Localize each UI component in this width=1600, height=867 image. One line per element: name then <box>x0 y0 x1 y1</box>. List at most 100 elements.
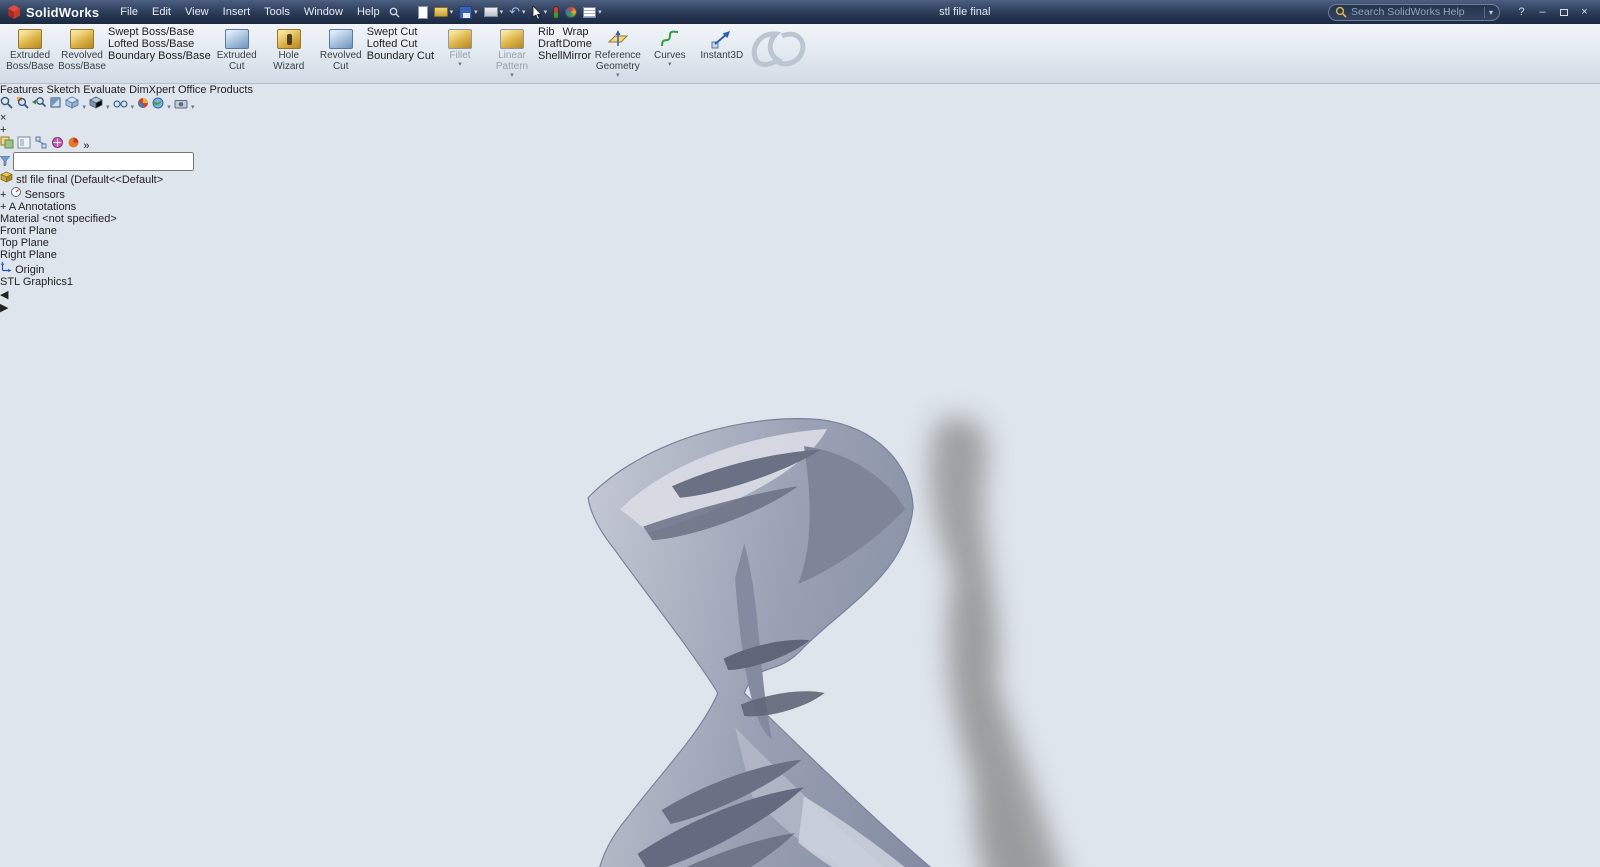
close-button[interactable]: × <box>1575 5 1594 20</box>
search-dropdown-icon[interactable]: ▾ <box>1489 8 1493 17</box>
tab-office-products[interactable]: Office Products <box>178 84 253 96</box>
linear-pattern-button[interactable]: Linear Pattern ▾ <box>486 26 538 82</box>
stl-model-rendering <box>587 417 1061 867</box>
menu-insert[interactable]: Insert <box>216 5 258 19</box>
options-button[interactable]: ▾ <box>583 6 602 18</box>
instant3d-button[interactable]: Instant3D <box>696 26 748 82</box>
dropdown-icon[interactable]: ▾ <box>668 61 672 68</box>
shell-button[interactable]: Shell <box>538 50 562 62</box>
edit-appearance-button[interactable] <box>137 98 152 112</box>
propertymanager-tab[interactable] <box>17 136 34 152</box>
tree-item-stl-graphics[interactable]: STL Graphics1 <box>0 276 1600 288</box>
tree-item-top-plane[interactable]: Top Plane <box>0 237 1600 249</box>
menu-edit[interactable]: Edit <box>145 5 178 19</box>
left-toolbar-add-icon[interactable]: + <box>0 124 6 136</box>
mirror-button[interactable]: Mirror <box>562 50 591 62</box>
pin-menu-icon[interactable] <box>389 7 400 18</box>
menu-view[interactable]: View <box>178 5 216 19</box>
search-input[interactable] <box>1351 6 1480 18</box>
menu-window[interactable]: Window <box>297 5 350 19</box>
tab-evaluate[interactable]: Evaluate <box>83 84 126 96</box>
dropdown-icon[interactable]: ▾ <box>131 104 135 111</box>
featuremanager-tab[interactable] <box>0 136 17 152</box>
boundary-cut-button[interactable]: Boundary Cut <box>367 50 434 62</box>
display-style-button[interactable]: ▾ <box>88 96 113 112</box>
lofted-boss-base-button[interactable]: Lofted Boss/Base <box>108 38 211 50</box>
rib-button[interactable]: Rib <box>538 26 562 38</box>
hide-show-items-button[interactable]: ▾ <box>113 100 138 112</box>
expand-icon[interactable]: + <box>0 201 6 213</box>
scroll-right-icon[interactable]: ▶ <box>0 302 8 314</box>
swept-cut-button[interactable]: Swept Cut <box>367 26 434 38</box>
tree-filter-input[interactable] <box>13 152 195 171</box>
dropdown-icon[interactable]: ▾ <box>191 104 195 111</box>
tree-item-front-plane[interactable]: Front Plane <box>0 225 1600 237</box>
dropdown-icon[interactable]: ▾ <box>82 104 86 111</box>
tab-dimxpert[interactable]: DimXpert <box>129 84 175 96</box>
dropdown-icon[interactable]: ▾ <box>522 8 526 16</box>
tree-item-sensors[interactable]: + Sensors <box>0 186 1600 201</box>
maximize-button[interactable] <box>1554 5 1573 20</box>
tree-item-annotations[interactable]: + A Annotations <box>0 201 1600 213</box>
graphics-viewport[interactable]: Z Y <box>0 314 1600 867</box>
tree-item-material[interactable]: Material <not specified> <box>0 213 1600 225</box>
menu-help[interactable]: Help <box>350 5 387 19</box>
curves-button[interactable]: Curves ▾ <box>644 26 696 82</box>
dropdown-icon[interactable]: ▾ <box>106 104 110 111</box>
fillet-button[interactable]: Fillet ▾ <box>434 26 486 82</box>
revolved-boss-base-button[interactable]: Revolved Boss/Base <box>56 26 108 82</box>
undo-button[interactable]: ↶ ▾ <box>509 5 526 18</box>
print-button[interactable]: ▾ <box>483 7 504 17</box>
revolved-cut-button[interactable]: Revolved Cut <box>315 26 367 82</box>
extruded-boss-base-button[interactable]: Extruded Boss/Base <box>4 26 56 82</box>
dropdown-icon[interactable]: ▾ <box>598 8 602 16</box>
previous-view-button[interactable] <box>32 97 49 112</box>
open-button[interactable]: ▾ <box>433 7 454 17</box>
help-button[interactable]: ? <box>1512 5 1531 20</box>
select-button[interactable]: ▾ <box>532 5 548 19</box>
tree-item-right-plane[interactable]: Right Plane <box>0 249 1600 261</box>
panel-flyout-icon[interactable]: » <box>83 140 89 152</box>
new-document-button[interactable] <box>417 5 428 19</box>
tab-features[interactable]: Features <box>0 84 43 96</box>
tree-item-origin[interactable]: Origin <box>0 261 1600 276</box>
configurationmanager-tab[interactable] <box>34 136 51 152</box>
extruded-cut-button[interactable]: Extruded Cut <box>211 26 263 82</box>
hole-wizard-button[interactable]: Hole Wizard <box>263 26 315 82</box>
scroll-left-icon[interactable]: ◀ <box>0 289 8 301</box>
boundary-boss-base-button[interactable]: Boundary Boss/Base <box>108 50 211 62</box>
zoom-to-fit-button[interactable] <box>0 96 16 112</box>
minimize-button[interactable]: – <box>1533 5 1552 20</box>
document-close-button[interactable]: × <box>0 112 6 124</box>
dropdown-icon[interactable]: ▾ <box>544 8 548 16</box>
lofted-cut-button[interactable]: Lofted Cut <box>367 38 434 50</box>
dropdown-icon[interactable]: ▾ <box>474 8 478 16</box>
menu-file[interactable]: File <box>113 5 145 19</box>
reference-geometry-button[interactable]: Reference Geometry ▾ <box>592 26 644 82</box>
rebuild-button[interactable] <box>553 5 560 19</box>
dropdown-icon[interactable]: ▾ <box>458 61 462 68</box>
tree-horizontal-scrollbar[interactable]: ◀ ▶ <box>0 288 1600 314</box>
dropdown-icon[interactable]: ▾ <box>167 104 171 111</box>
dropdown-icon[interactable]: ▾ <box>450 8 454 16</box>
dropdown-icon[interactable]: ▾ <box>500 8 504 16</box>
apply-scene-button[interactable]: ▾ <box>152 97 174 112</box>
edit-appearance-button[interactable] <box>565 6 578 18</box>
draft-button[interactable]: Draft <box>538 38 562 50</box>
dropdown-icon[interactable]: ▾ <box>510 72 514 79</box>
wrap-button[interactable]: Wrap <box>562 26 591 38</box>
displaymanager-tab[interactable] <box>67 137 83 152</box>
save-button[interactable]: ▾ <box>459 5 478 19</box>
zoom-to-area-button[interactable] <box>16 97 32 112</box>
expand-icon[interactable]: + <box>0 189 6 201</box>
menu-tools[interactable]: Tools <box>257 5 297 19</box>
tab-sketch[interactable]: Sketch <box>46 84 80 96</box>
dimxpertmanager-tab[interactable] <box>51 137 67 152</box>
section-view-button[interactable] <box>49 97 65 112</box>
tree-root-item[interactable]: stl file final (Default<<Default> <box>0 171 1600 186</box>
dome-button[interactable]: Dome <box>562 38 591 50</box>
view-settings-button[interactable]: ▾ <box>174 100 195 112</box>
view-orientation-button[interactable]: ▾ <box>65 96 89 112</box>
swept-boss-base-button[interactable]: Swept Boss/Base <box>108 26 211 38</box>
dropdown-icon[interactable]: ▾ <box>616 72 620 79</box>
